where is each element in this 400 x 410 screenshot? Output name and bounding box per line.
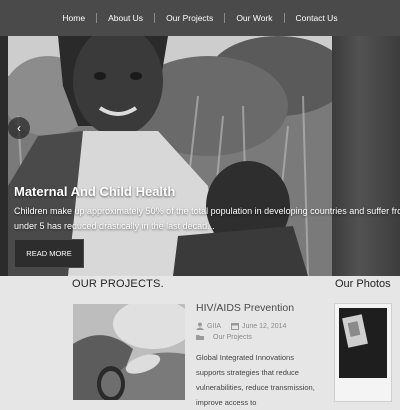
hero-slider: ‹ Maternal And Child Health Children mak… [0,36,400,276]
project-thumbnail[interactable] [73,304,185,400]
project-date: June 12, 2014 [242,322,287,330]
project-title[interactable]: HIV/AIDS Prevention [196,302,294,314]
hero-description: Children make up approximately 50% of th… [14,204,400,234]
slider-prev-button[interactable]: ‹ [8,117,30,139]
nav-our-projects[interactable]: Our Projects [154,13,224,23]
nav-our-work[interactable]: Our Work [224,13,283,23]
read-more-button[interactable]: READ MORE [14,239,84,268]
folder-icon [196,335,204,340]
user-icon [196,322,204,330]
slider-frame-left [0,36,8,276]
next-slide-preview [332,36,400,276]
project-category-row: Our Projects [196,332,262,342]
chevron-left-icon: ‹ [17,121,21,135]
nav-about-us[interactable]: About Us [96,13,154,23]
nav-contact-us[interactable]: Contact Us [283,13,349,23]
project-meta: GIIA June 12, 2014 [196,321,296,331]
hero-description-line2: under 5 has reduced drastically in the l… [14,221,215,231]
project-author[interactable]: GIIA [207,323,221,330]
project-thumbnail-image [73,304,185,400]
photo-thumbnail[interactable] [334,303,392,402]
photo-image [335,304,391,401]
project-category[interactable]: Our Projects [213,334,252,341]
calendar-icon [231,323,240,330]
photos-heading: Our Photos [335,278,391,290]
hero-description-line1: Children make up approximately 50% of th… [14,206,400,216]
project-description: Global Integrated Innovations supports s… [196,353,315,407]
nav-home[interactable]: Home [51,13,96,23]
hero-title: Maternal And Child Health [14,184,176,199]
main-navigation: Home About Us Our Projects Our Work Cont… [0,0,400,36]
projects-heading: OUR PROJECTS. [72,278,164,290]
